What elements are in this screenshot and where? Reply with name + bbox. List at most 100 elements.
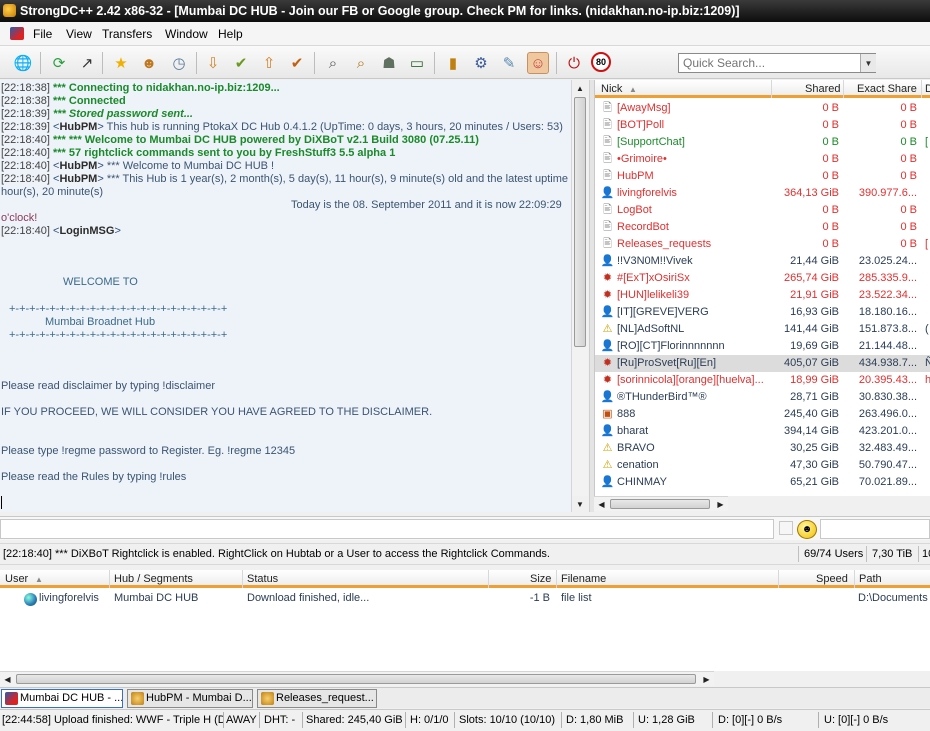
user-row[interactable]: 👤 CHINMAY 65,21 GiB 70.021.89... xyxy=(595,474,930,491)
chat-log[interactable]: [22:18:38] *** Connecting to nidakhan.no… xyxy=(0,80,571,512)
user-row[interactable]: 🖹 •Grimoire• 0 B 0 B xyxy=(595,151,930,168)
scroll-right-icon[interactable]: ▶ xyxy=(713,497,728,511)
user-list[interactable]: Nick ▲ Shared Exact Share D 🖹 [AwayMsg] 0 … xyxy=(594,80,930,496)
user-row[interactable]: ⚠ BRAVO 30,25 GiB 32.483.49... xyxy=(595,440,930,457)
tab-hubpm[interactable]: HubPM - Mumbai D... xyxy=(127,689,253,708)
user-row[interactable]: 🖹 Releases_requests 0 B 0 B [ xyxy=(595,236,930,253)
user-row[interactable]: 🖹 LogBot 0 B 0 B xyxy=(595,202,930,219)
scroll-left-icon[interactable]: ◀ xyxy=(594,497,609,511)
follow-redirect-icon[interactable]: ↗ xyxy=(76,52,98,74)
user-row[interactable]: 👤 !!V3N0M!!Vivek 21,44 GiB 23.025.24... xyxy=(595,253,930,270)
user-icon: 👤 xyxy=(600,255,615,267)
user-row[interactable]: 👤 bharat 394,14 GiB 423.201.0... xyxy=(595,423,930,440)
user-nick: [IT][GREVE]VERG xyxy=(617,306,709,318)
scroll-thumb[interactable] xyxy=(574,97,586,347)
favorite-users-icon[interactable]: ☻ xyxy=(138,52,160,74)
limiter-80-icon[interactable]: 80 xyxy=(591,52,611,72)
tab-mumbai-dc-hub[interactable]: Mumbai DC HUB - ... xyxy=(1,689,123,708)
menu-help[interactable]: Help xyxy=(218,27,243,41)
user-exact-share: 23.522.34... xyxy=(858,289,917,301)
quick-search-dropdown-icon[interactable]: ▼ xyxy=(860,54,876,72)
status-away: AWAY xyxy=(226,714,257,726)
user-shared: 47,30 GiB xyxy=(790,459,839,471)
bot-icon: 🖹 xyxy=(603,238,612,250)
adl-search-icon[interactable]: ⌕ xyxy=(350,52,372,74)
user-row[interactable]: 👤 livingforelvis 364,13 GiB 390.977.6... xyxy=(595,185,930,202)
user-row[interactable]: 🖹 RecordBot 0 B 0 B xyxy=(595,219,930,236)
quick-search-input[interactable] xyxy=(678,53,876,73)
user-row[interactable]: ✹ [Ru]ProSvet[Ru][En] 405,07 GiB 434.938.7.… xyxy=(595,355,930,372)
menu-transfers[interactable]: Transfers xyxy=(102,27,152,41)
column-size[interactable]: Size xyxy=(530,573,551,585)
multiline-toggle[interactable] xyxy=(779,521,793,535)
menu-window[interactable]: Window xyxy=(165,27,208,41)
column-shared[interactable]: Shared xyxy=(805,83,840,95)
menu-view[interactable]: View xyxy=(66,27,92,41)
user-row[interactable]: 🖹 [SupportChat] 0 B 0 B [ xyxy=(595,134,930,151)
user-row[interactable]: 👤 [IT][GREVE]VERG 16,93 GiB 18.180.16... xyxy=(595,304,930,321)
chat-nick[interactable]: HubPM xyxy=(59,160,97,172)
notepad-icon[interactable]: ✎ xyxy=(498,52,520,74)
upload-queue-icon[interactable]: ⇧ xyxy=(258,52,280,74)
chat-line: Mumbai Broadnet Hub xyxy=(45,316,156,328)
scroll-down-icon[interactable]: ▼ xyxy=(572,496,588,512)
settings-icon[interactable]: ⚙ xyxy=(470,52,492,74)
open-file-list-icon[interactable]: ▮ xyxy=(442,52,464,74)
message-input[interactable] xyxy=(0,519,774,539)
user-row[interactable]: ⚠ cenation 47,30 GiB 50.790.47... xyxy=(595,457,930,474)
column-exact-share[interactable]: Exact Share xyxy=(857,83,917,95)
user-row[interactable]: ✹ #[ExT]xOsiriSx 265,74 GiB 285.335.9... xyxy=(595,270,930,287)
user-row[interactable]: ⚠ [NL]AdSoftNL 141,44 GiB 151.873.8... ( xyxy=(595,321,930,338)
scroll-left-icon[interactable]: ◀ xyxy=(0,672,15,686)
command-input[interactable] xyxy=(820,519,930,539)
transfers-hscrollbar[interactable]: ◀ ▶ xyxy=(0,671,714,686)
scroll-up-icon[interactable]: ▲ xyxy=(572,80,588,96)
hub-window-icon[interactable] xyxy=(10,27,24,40)
tab-releases-requests[interactable]: Releases_request... xyxy=(257,689,377,708)
emoticon-icon[interactable]: ☻ xyxy=(797,520,817,539)
chat-nick[interactable]: LoginMSG xyxy=(59,225,114,237)
menu-file[interactable]: File xyxy=(33,27,52,41)
finished-downloads-icon[interactable]: ✔ xyxy=(230,52,252,74)
user-row[interactable]: 👤 [RO][CT]Florinnnnnnn 19,69 GiB 21.144.48.… xyxy=(595,338,930,355)
recent-hubs-icon[interactable]: ◷ xyxy=(168,52,190,74)
transfer-row[interactable]: livingforelvis Mumbai DC HUB Download fi… xyxy=(0,590,930,607)
network-stats-icon[interactable]: ▭ xyxy=(406,52,428,74)
public-hubs-icon[interactable]: 🌐 xyxy=(12,52,34,74)
user-row[interactable]: 🖹 [BOT]Poll 0 B 0 B xyxy=(595,117,930,134)
limiter-off-icon[interactable]: ⏻ xyxy=(563,52,585,74)
transfers-panel[interactable]: User ▲ Hub / Segments Status Size Filena… xyxy=(0,570,930,671)
bot-icon: 🖹 xyxy=(603,102,612,114)
column-description[interactable]: D xyxy=(925,83,930,95)
scroll-right-icon[interactable]: ▶ xyxy=(699,672,714,686)
finished-uploads-icon[interactable]: ✔ xyxy=(286,52,308,74)
download-queue-icon[interactable]: ⇩ xyxy=(202,52,224,74)
column-user[interactable]: User xyxy=(5,573,28,585)
reconnect-icon[interactable]: ⟳ xyxy=(48,52,70,74)
chat-scrollbar[interactable]: ▲ ▼ xyxy=(571,80,588,512)
user-row[interactable]: 🖹 HubPM 0 B 0 B xyxy=(595,168,930,185)
user-list-hscrollbar[interactable]: ◀ ▶ xyxy=(594,496,728,511)
scroll-thumb[interactable] xyxy=(610,499,710,509)
favorite-hubs-icon[interactable]: ★ xyxy=(110,52,132,74)
column-status[interactable]: Status xyxy=(247,573,278,585)
user-nick: !!V3N0M!!Vivek xyxy=(617,255,693,267)
user-nick: BRAVO xyxy=(617,442,655,454)
away-icon[interactable]: ☺ xyxy=(527,52,549,74)
chat-nick[interactable]: HubPM xyxy=(59,121,97,133)
column-path[interactable]: Path xyxy=(859,573,882,585)
search-spy-icon[interactable]: ☗ xyxy=(378,52,400,74)
scroll-thumb[interactable] xyxy=(16,674,696,684)
column-filename[interactable]: Filename xyxy=(561,573,606,585)
user-row[interactable]: ▣ 888 245,40 GiB 263.496.0... xyxy=(595,406,930,423)
search-icon[interactable]: ⌕ xyxy=(322,52,344,74)
user-row[interactable]: 👤 ®THunderBird™® 28,71 GiB 30.830.38... xyxy=(595,389,930,406)
column-speed[interactable]: Speed xyxy=(816,573,848,585)
user-row[interactable]: ✹ [sorinnicola][orange][huelva]... 18,99 G… xyxy=(595,372,930,389)
chat-nick[interactable]: HubPM xyxy=(59,173,97,185)
column-hub-segments[interactable]: Hub / Segments xyxy=(114,573,193,585)
column-nick[interactable]: Nick xyxy=(601,83,622,95)
user-row[interactable]: 🖹 [AwayMsg] 0 B 0 B xyxy=(595,100,930,117)
window-title-bar[interactable]: StrongDC++ 2.42 x86-32 - [Mumbai DC HUB … xyxy=(0,0,930,22)
user-row[interactable]: ✹ [HUN]lelikeli39 21,91 GiB 23.522.34... xyxy=(595,287,930,304)
